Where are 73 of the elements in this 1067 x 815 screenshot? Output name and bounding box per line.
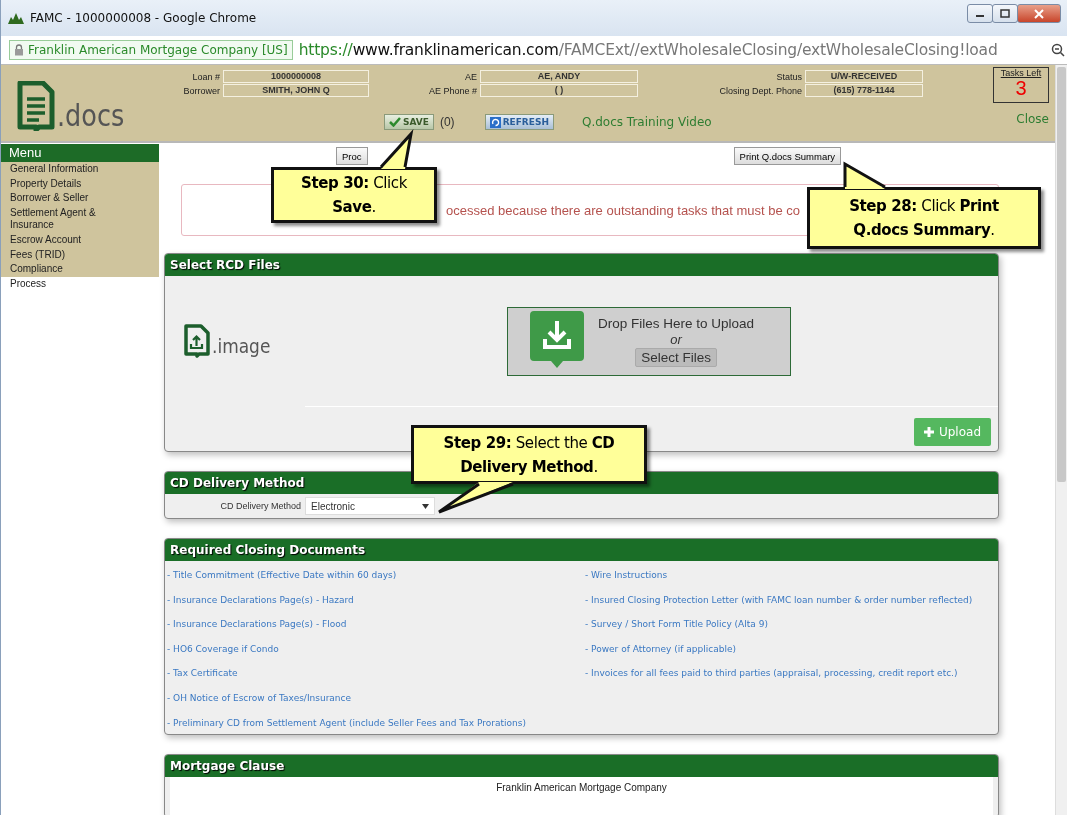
error-message: ocessed because there are outstanding tasks that must be co [446,202,801,218]
plus-icon [923,427,934,437]
menu-item[interactable]: General Information [1,162,159,177]
clause-text: Franklin American Mortgage Company [496,782,667,794]
refresh-icon [489,116,501,128]
field-value: (615) 778-1144 [805,84,923,97]
field-value: 1000000008 [223,70,369,83]
delivery-method-dropdown[interactable]: Electronic [305,497,435,515]
print-summary-button[interactable]: Print Q.docs Summary [733,147,842,165]
tasks-left-count: 3 [1015,78,1027,98]
or-text: or [670,331,682,347]
field-value: AE, ANDY [480,70,638,83]
callout-text: Step 30: Click Save. [300,173,408,218]
drop-zone[interactable]: Drop Files Here to Upload or Select Files [507,306,791,376]
close-icon [1034,8,1044,19]
minimize-button[interactable] [967,4,993,23]
document-logo-icon [17,81,55,131]
field-label: Loan # [191,71,221,82]
app-icon [7,11,25,25]
site-identity-badge[interactable]: Franklin American Mortgage Company [US] [9,40,293,60]
image-upload-logo-icon [184,324,210,358]
menu-item[interactable]: Compliance [1,262,159,277]
document-link[interactable]: - Insurance Declarations Page(s) - Flood [167,617,585,632]
process-button[interactable]: Proc [336,147,368,165]
document-link[interactable]: - Tax Certificate [167,666,585,681]
close-link[interactable]: Close [1016,112,1049,126]
panel-header: Mortgage Clause [165,755,998,778]
document-link[interactable]: - Title Commitment (Effective Date within 60 days) [167,568,585,583]
menu-item[interactable]: Borrower & Seller [1,191,159,206]
logo-text: .docs [57,101,125,131]
tasks-left-label: Tasks Left [1000,68,1042,78]
document-link[interactable]: - Insurance Declarations Page(s) - Hazard [167,592,585,608]
document-link[interactable]: - Survey / Short Form Title Policy (Alta 9) [585,617,973,632]
checkmark-icon [389,117,401,127]
site-identity-text: Franklin American Mortgage Company [US] [28,43,288,57]
field-label: Closing Dept. Phone [718,85,803,96]
window-title: FAMC - 1000000008 - Google Chrome [30,11,257,25]
document-link[interactable]: - Wire Instructions [585,568,973,583]
menu-item[interactable]: Settlement Agent & Insurance [1,205,159,233]
panel-header: Required Closing Documents [165,539,998,561]
field-label: Status [775,71,803,82]
scrollbar[interactable] [1055,65,1067,815]
url-field[interactable]: https://www.franklinamerican.com/FAMCExt//extWholesaleClosing/extWholesaleClosing!load [298,41,998,59]
close-button[interactable] [1017,4,1061,23]
document-link[interactable]: - OH Notice of Escrow of Taxes/Insurance [167,690,585,706]
document-link[interactable]: - Invoices for all fees paid to third parties (appraisal, processing, credit report etc.) [585,666,973,681]
menu-title: Menu [1,143,159,162]
field-label: CD Delivery Method [219,501,302,511]
lock-icon [14,44,24,56]
field-label: AE [464,71,478,82]
maximize-icon [1000,9,1010,18]
upload-button[interactable]: Upload [913,418,991,446]
dropdown-caret-icon [422,503,429,509]
image-logo-text: .image [212,334,271,358]
drop-instructions: Drop Files Here to Upload [598,315,755,331]
zoom-icon[interactable] [1051,43,1065,57]
maximize-button[interactable] [992,4,1018,23]
field-label: AE Phone # [427,85,478,96]
field-value: ( ) [480,84,638,97]
training-video-link[interactable]: Q.docs Training Video [581,115,712,129]
save-button[interactable]: SAVE [384,114,434,130]
field-value: SMITH, JOHN Q [223,84,369,97]
panel-header: Select RCD Files [165,254,998,276]
refresh-button[interactable]: REFRESH [484,114,554,130]
document-link[interactable]: - Insured Closing Protection Letter (with FAMC loan number & order number reflected) [585,592,973,608]
save-count: (0) [439,115,455,129]
document-link[interactable]: - HO6 Coverage if Condo [167,641,585,657]
callout-text: Step 28: Click Print Q.docs Summary. [848,196,1000,241]
select-files-button[interactable]: Select Files [635,347,717,367]
field-value: U/W-RECEIVED [805,70,923,83]
document-link[interactable]: - Preliminary CD from Settlement Agent (include Seller Fees and Tax Prorations) [167,715,585,731]
field-label: Borrower [182,85,221,96]
document-link[interactable]: - Power of Attorney (if applicable) [585,641,973,657]
